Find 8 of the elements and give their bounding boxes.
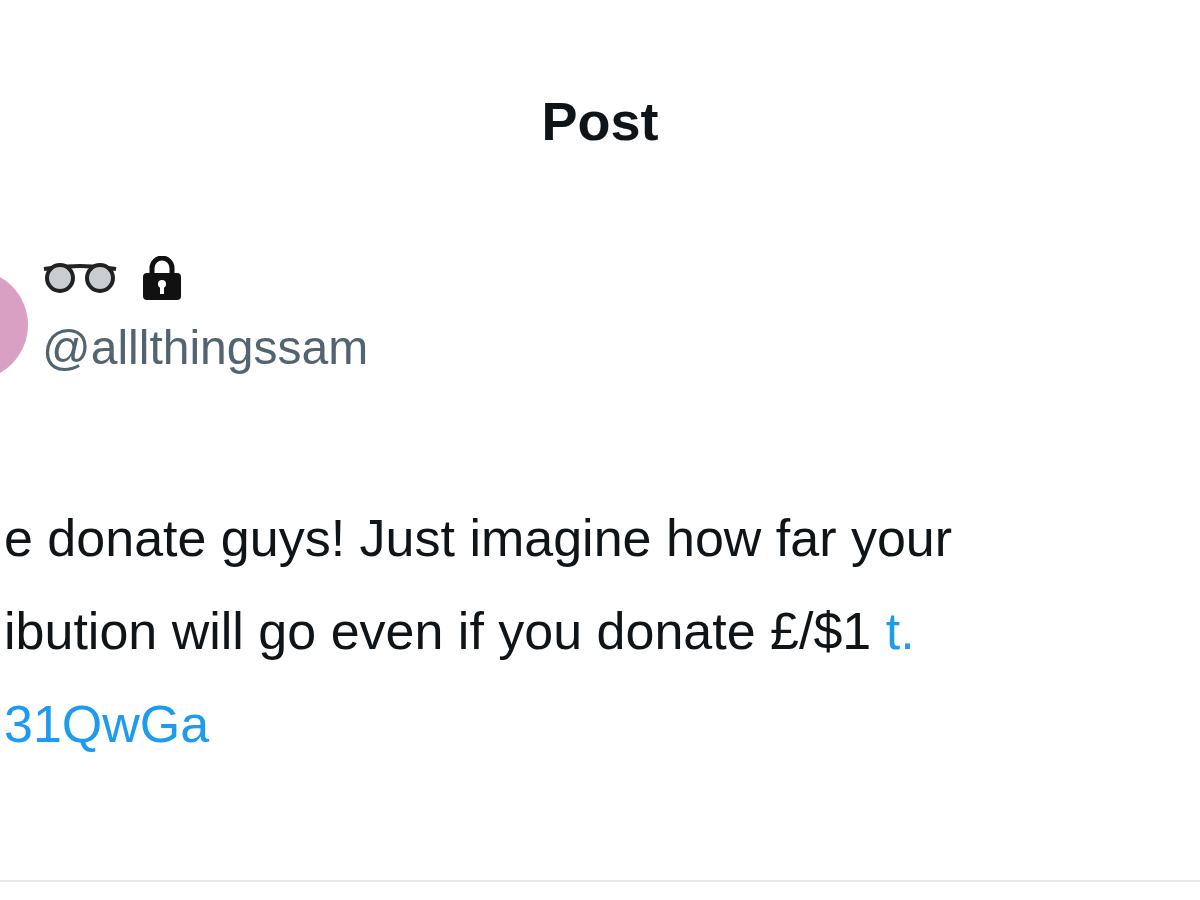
lock-icon xyxy=(142,256,182,300)
post-text: ibution will go even if you donate £/$1 xyxy=(4,602,872,660)
user-handle[interactable]: @alllthingssam xyxy=(42,324,369,372)
glasses-icon xyxy=(42,263,118,293)
post-link[interactable]: 31QwGa xyxy=(4,695,210,753)
page-title: Post xyxy=(541,91,659,151)
post-link[interactable]: t. xyxy=(885,602,915,660)
post-text: e donate guys! Just imagine how far your xyxy=(4,509,953,567)
